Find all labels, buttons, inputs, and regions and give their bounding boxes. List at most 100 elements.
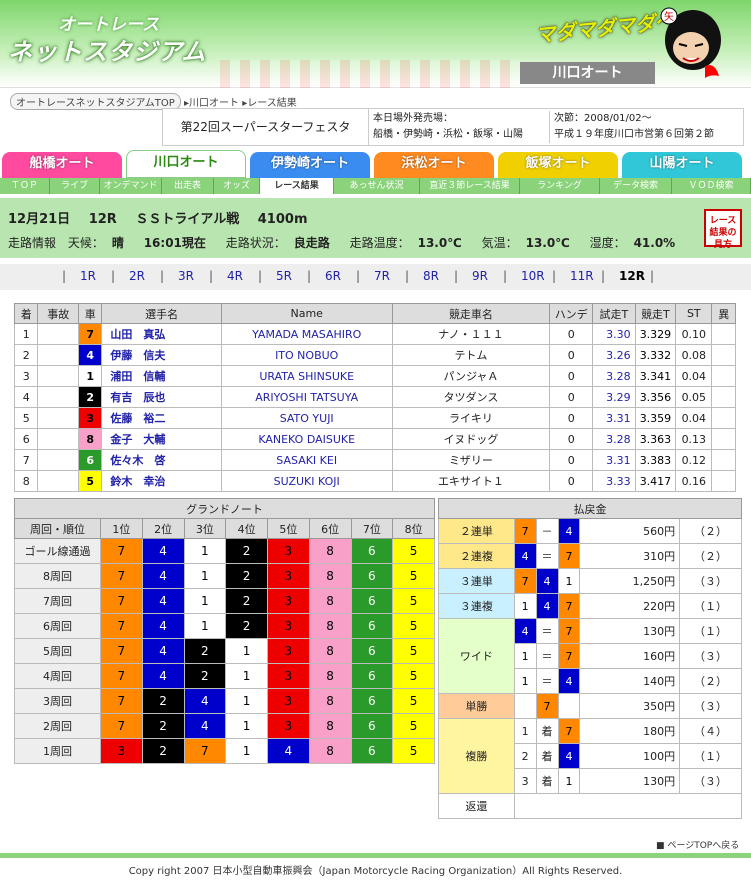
car-chip: 3 <box>267 688 310 714</box>
refund-label: 返還 <box>438 793 515 819</box>
race-nav-9R[interactable]: 9R <box>472 269 488 283</box>
bike-name: ナノ・１１１ <box>391 323 551 345</box>
race-time: 3.332 <box>634 344 677 366</box>
rider-name[interactable]: 有吉 辰也 <box>101 386 222 408</box>
car-chip: 1 <box>225 638 268 664</box>
subnav-item-11[interactable]: ＶＯＤ検索 <box>672 178 751 194</box>
race-time: 3.359 <box>634 407 677 429</box>
column-header: 競走T <box>634 303 677 324</box>
rider-name[interactable]: 山田 真弘 <box>101 323 222 345</box>
race-nav-8R[interactable]: 8R <box>423 269 439 283</box>
subnav-item-10[interactable]: データ検索 <box>600 178 672 194</box>
car-chip: 1 <box>513 643 537 669</box>
race-nav-12R[interactable]: 12R <box>619 269 645 283</box>
race-time: 3.341 <box>634 365 677 387</box>
bet-type-label: 複勝 <box>438 718 515 794</box>
race-nav-separator: | <box>356 269 361 283</box>
car-number: 5 <box>77 470 103 492</box>
page-top-label: ページTOPへ戻る <box>667 841 740 851</box>
bike-name: ミザリー <box>391 449 551 471</box>
lap-label: 6周回 <box>14 613 101 639</box>
start-timing: 0.04 <box>675 407 713 429</box>
weather-value: 晴 <box>111 236 124 250</box>
race-nav-6R[interactable]: 6R <box>325 269 341 283</box>
race-nav-10R[interactable]: 10R <box>521 269 545 283</box>
rider-name-en: SUZUKI KOJI <box>220 470 393 492</box>
subnav-item-4[interactable]: 出走表 <box>162 178 214 194</box>
race-nav-1R[interactable]: 1R <box>80 269 96 283</box>
car-chip: 7 <box>183 738 227 764</box>
payout-row-nirenpuku: ２連複 4 ＝ 7 310円 （２） <box>438 543 742 569</box>
subnav-item-7[interactable]: あっせん状況 <box>334 178 420 194</box>
venue-tab-6[interactable]: 山陽オート <box>622 152 742 178</box>
grand-note-header-row: 周回・順位 1位 2位 3位 4位 5位 6位 7位 8位 <box>14 518 435 539</box>
rider-name[interactable]: 浦田 信輔 <box>101 365 222 387</box>
subnav-item-9[interactable]: ランキング <box>520 178 600 194</box>
race-time: 3.356 <box>634 386 677 408</box>
car-chip: 2 <box>225 588 268 614</box>
grand-note-table: グランドノート 周回・順位 1位 2位 3位 4位 5位 6位 7位 8位 ゴール線通過 7 4 1 2… <box>14 498 435 764</box>
bike-name: イヌドッグ <box>391 428 551 450</box>
subnav-item-6[interactable]: レース結果 <box>260 178 334 194</box>
venue-tab-1[interactable]: 船橋オート <box>2 152 122 178</box>
subnav-item-3[interactable]: オンデマンド <box>100 178 162 194</box>
page-top-link[interactable]: ■ ページTOPへ戻る <box>656 838 739 851</box>
car-chip: 1 <box>225 688 268 714</box>
venue-tab-4[interactable]: 浜松オート <box>374 152 494 178</box>
car-number: 3 <box>77 407 103 429</box>
car-chip: 3 <box>267 638 310 664</box>
result-row: 2 4 伊藤 信夫 ITO NOBUO テトム 0 3.26 3.332 0.08 <box>13 344 736 366</box>
lap-label: 2周回 <box>14 713 101 739</box>
race-nav-7R[interactable]: 7R <box>374 269 390 283</box>
track-value: 良走路 <box>293 236 330 250</box>
subnav-item-2[interactable]: ライブ <box>50 178 100 194</box>
race-nav-11R[interactable]: 11R <box>570 269 594 283</box>
payout-amount: 220円 <box>579 593 681 619</box>
chaku: 着 <box>535 718 559 744</box>
race-time: 3.383 <box>634 449 677 471</box>
grand-note-column: 周回・順位 <box>14 518 101 539</box>
venue-tab-2[interactable]: 川口オート <box>126 150 246 178</box>
rider-name[interactable]: 佐藤 裕二 <box>101 407 222 429</box>
rider-name[interactable]: 伊藤 信夫 <box>101 344 222 366</box>
start-timing: 0.08 <box>675 344 713 366</box>
car-chip: 5 <box>392 638 435 664</box>
car-chip: 7 <box>100 713 143 739</box>
lap-row: 2周回 7 2 4 1 3 8 6 5 <box>14 713 435 739</box>
logo-line2: ネットスタジアム <box>8 38 207 66</box>
handicap: 0 <box>549 365 594 387</box>
venue-tab-5[interactable]: 飯塚オート <box>498 152 618 178</box>
race-nav-4R[interactable]: 4R <box>227 269 243 283</box>
car-chip: 5 <box>392 688 435 714</box>
lap-row: 1周回 3 2 7 1 4 8 6 5 <box>14 738 435 764</box>
race-nav-2R[interactable]: 2R <box>129 269 145 283</box>
event-info-box: 第22回スーパースターフェスタ 本日場外発売場： 船橋・伊勢崎・浜松・飯塚・山陽… <box>162 108 744 146</box>
rider-name[interactable]: 佐々木 啓 <box>101 449 222 471</box>
trial-time: 3.31 <box>592 407 636 429</box>
race-nav-5R[interactable]: 5R <box>276 269 292 283</box>
rider-name-en: ARIYOSHI TATSUYA <box>220 386 393 408</box>
result-guide-button[interactable]: レース結果の見方 <box>704 209 742 250</box>
site-logo[interactable]: オートレース ネットスタジアム <box>8 8 208 66</box>
subnav-item-1[interactable]: ＴＯＰ <box>0 178 50 194</box>
race-nav-separator: | <box>454 269 459 283</box>
rider-name-en: SATO YUJI <box>220 407 393 429</box>
subnav-item-8[interactable]: 直近３節レース結果 <box>420 178 520 194</box>
subnav-item-5[interactable]: オッズ <box>214 178 260 194</box>
rider-name[interactable]: 鈴木 幸治 <box>101 470 222 492</box>
rider-name[interactable]: 金子 大輔 <box>101 428 222 450</box>
car-chip: 5 <box>392 738 435 764</box>
popularity: （４） <box>679 718 742 744</box>
payout-amount: 180円 <box>579 718 681 744</box>
breadcrumb-top-link[interactable]: オートレースネットスタジアムTOP <box>10 93 181 110</box>
race-nav-separator: | <box>650 269 655 283</box>
handicap: 0 <box>549 449 594 471</box>
results-table: 着事故車選手名 Name 競走車名 ハンデ 試走T 競走T ST 異 1 7 山田 真弘 YAMAD… <box>13 303 736 492</box>
popularity: （１） <box>679 618 742 644</box>
popularity: （２） <box>679 543 742 569</box>
race-nav-3R[interactable]: 3R <box>178 269 194 283</box>
car-chip: 4 <box>183 688 227 714</box>
start-timing: 0.12 <box>675 449 713 471</box>
venue-tab-3[interactable]: 伊勢崎オート <box>250 152 370 178</box>
car-chip: 1 <box>225 663 268 689</box>
